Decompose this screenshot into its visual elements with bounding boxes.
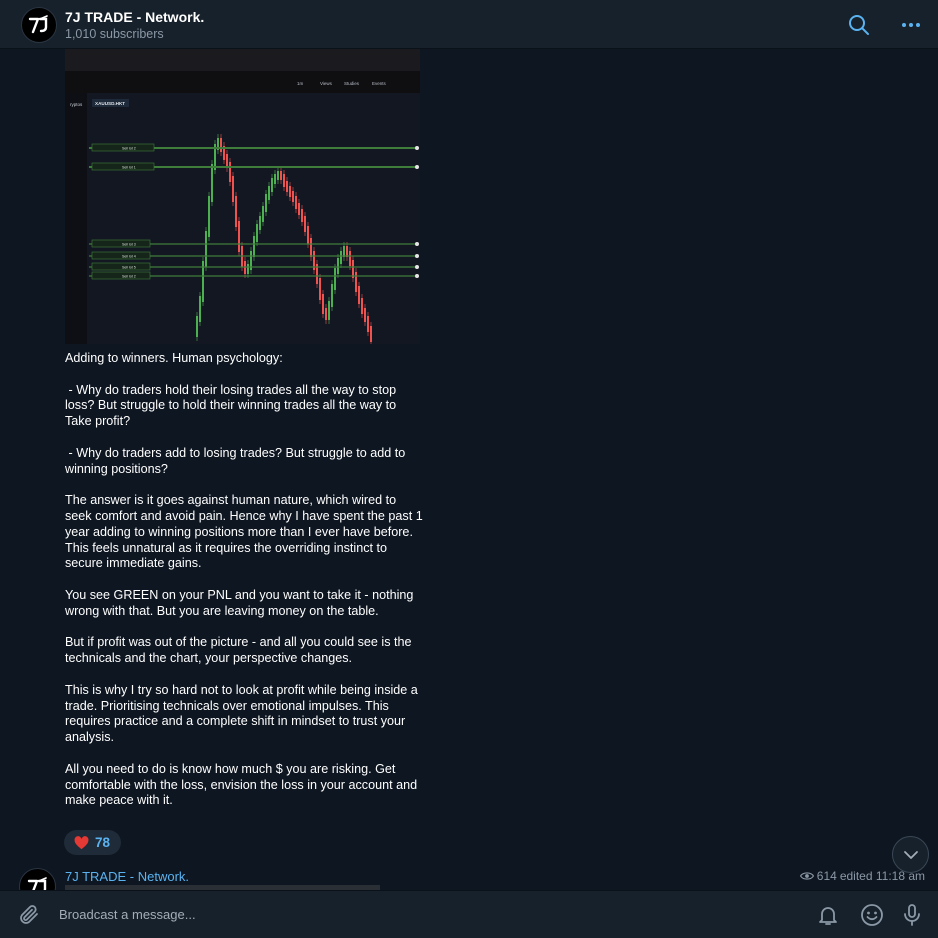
order-level-label: Sell lot 5	[122, 266, 136, 270]
candle-body	[256, 224, 258, 242]
candle-body	[271, 178, 273, 192]
channel-logo-icon	[28, 15, 48, 34]
side-label: ryptos	[70, 102, 83, 107]
more-icon[interactable]	[899, 13, 923, 37]
candle-body	[337, 258, 339, 274]
candle-body	[301, 209, 303, 222]
candle-body	[226, 154, 228, 168]
paperclip-icon[interactable]	[17, 903, 41, 927]
candle-body	[292, 191, 294, 202]
candle-body	[262, 206, 264, 222]
candle-body	[325, 308, 327, 320]
candle-body	[235, 196, 237, 227]
reaction-heart[interactable]: 78	[64, 830, 121, 855]
reaction-count: 78	[95, 835, 111, 850]
chart-toolbar-item: Views	[320, 81, 333, 86]
composer-bar	[0, 890, 938, 938]
telegram-window: 7J TRADE - Network. 1,010 subscribers ry…	[0, 0, 938, 938]
heart-icon	[74, 835, 89, 849]
candle-body	[304, 216, 306, 232]
candle-body	[343, 246, 345, 257]
candle-body	[283, 174, 285, 187]
order-level-label: Sell lot 3	[122, 243, 136, 247]
view-count: 614	[816, 869, 837, 883]
candle-body	[196, 316, 198, 337]
candle-body	[370, 326, 372, 342]
order-level-handle	[415, 242, 419, 246]
candle-body	[310, 238, 312, 257]
order-level-handle	[415, 165, 419, 169]
order-level-tag	[91, 262, 151, 271]
channel-avatar[interactable]	[21, 7, 57, 43]
chevron-down-icon	[903, 850, 918, 859]
message-input[interactable]	[59, 901, 759, 927]
candle-body	[334, 268, 336, 290]
candle-body	[268, 186, 270, 200]
order-level-tag	[91, 239, 151, 248]
order-level-handle	[415, 274, 419, 278]
candle-body	[208, 196, 210, 237]
candle-body	[277, 171, 279, 180]
candle-body	[307, 226, 309, 244]
candle-body	[220, 138, 222, 152]
order-level-tag	[91, 271, 151, 280]
channel-title[interactable]: 7J TRADE - Network.	[65, 9, 204, 25]
candle-body	[211, 164, 213, 202]
order-level-label: Sell lot 2	[122, 147, 136, 151]
order-level-tag	[91, 251, 151, 260]
bell-icon[interactable]	[816, 903, 840, 927]
candle-body	[298, 203, 300, 215]
sender-name[interactable]: 7J TRADE - Network.	[65, 869, 189, 884]
subscriber-count: 1,010 subscribers	[65, 27, 164, 41]
order-level-label: Sell lot 2	[122, 275, 136, 279]
order-level-label: Sell lot 4	[122, 255, 136, 259]
candle-body	[355, 272, 357, 292]
candle-body	[289, 186, 291, 197]
emoji-icon[interactable]	[860, 903, 884, 927]
candle-body	[346, 246, 348, 257]
candle-body	[328, 301, 330, 320]
candle-body	[295, 196, 297, 209]
candle-body	[358, 286, 360, 304]
candle-body	[265, 194, 267, 212]
candle-body	[247, 264, 249, 274]
candle-body	[331, 284, 333, 307]
chart-toolbar-item: Events	[372, 81, 387, 86]
candle-body	[232, 176, 234, 202]
chat-header: 7J TRADE - Network. 1,010 subscribers	[0, 0, 938, 49]
candle-body	[319, 278, 321, 300]
order-level-handle	[415, 146, 419, 150]
candle-body	[361, 298, 363, 314]
edited-time: edited 11:18 am	[839, 869, 925, 883]
candle-body	[253, 236, 255, 257]
search-icon[interactable]	[847, 13, 871, 37]
candle-body	[367, 316, 369, 332]
order-level-handle	[415, 265, 419, 269]
candle-body	[322, 294, 324, 314]
candle-body	[364, 308, 366, 322]
microphone-icon[interactable]	[900, 903, 924, 927]
candle-body	[340, 251, 342, 264]
candle-body	[274, 174, 276, 184]
order-level-handle	[415, 254, 419, 258]
candle-body	[280, 171, 282, 180]
chart-symbol: XAUUSD.HKT	[95, 101, 125, 106]
candle-body	[229, 162, 231, 182]
candle-body	[286, 181, 288, 192]
eye-icon	[799, 872, 814, 880]
candle-body	[238, 221, 240, 252]
chart-toolbar-item: Studies	[344, 81, 360, 86]
scroll-down-button[interactable]	[892, 836, 929, 873]
message-photo[interactable]: ryptos XAUUSD.HKT 1m Views Studies Events S…	[65, 49, 420, 344]
chart-toolbar-item: 1m	[297, 81, 304, 86]
candle-body	[259, 216, 261, 230]
trading-chart-image: ryptos XAUUSD.HKT 1m Views Studies Events S…	[65, 49, 420, 344]
candle-body	[352, 260, 354, 278]
message-meta: 614 edited 11:18 am	[799, 869, 925, 883]
message-text: Adding to winners. Human psychology: - W…	[65, 351, 423, 808]
candle-body	[205, 231, 207, 267]
order-level-label: Sell lot 1	[122, 166, 136, 170]
candle-body	[199, 296, 201, 322]
candle-body	[349, 251, 351, 266]
